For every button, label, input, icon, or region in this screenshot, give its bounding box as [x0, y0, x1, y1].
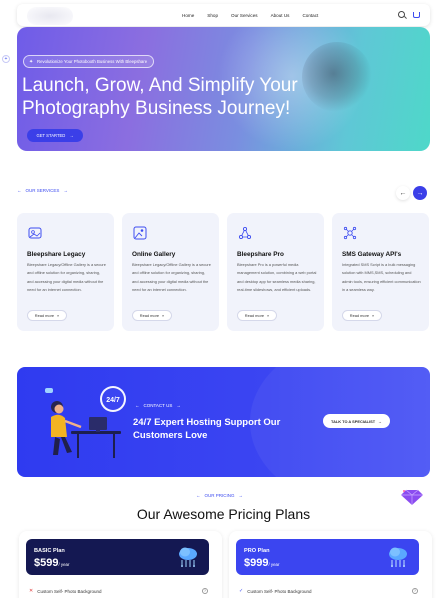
cross-icon: ✕: [29, 588, 34, 594]
double-chevron-icon: »: [372, 313, 375, 318]
carousel-next-button[interactable]: →: [413, 186, 427, 200]
contact-label-text: CONTACT US: [143, 403, 173, 408]
hero-title: Launch, Grow, And Simplify Your Photogra…: [22, 75, 298, 119]
service-description: Integrated SMS Script is a bulk messagin…: [342, 262, 421, 293]
cloud-icon: [179, 547, 197, 567]
menu-item-home[interactable]: Home: [182, 13, 194, 18]
contact-banner: 24/7 ← CONTACT US → 24/7 Expert Hosting …: [17, 367, 430, 477]
hero-banner: ✦ Revolutionize Your Photobooth Business…: [17, 27, 430, 151]
read-more-button[interactable]: Read more »: [132, 310, 172, 321]
get-started-button[interactable]: GET STARTED →: [27, 129, 83, 142]
sparkle-icon: ✦: [29, 59, 34, 65]
menu-item-about-us[interactable]: About Us: [271, 13, 290, 18]
contact-title: 24/7 Expert Hosting Support Our Customer…: [133, 417, 281, 441]
carousel-prev-button[interactable]: ←: [396, 186, 410, 200]
read-more-label: Read more: [139, 313, 160, 318]
plan-price: $599/ year: [34, 557, 69, 569]
arrow-left-icon: ←: [17, 188, 22, 193]
read-more-label: Read more: [349, 313, 370, 318]
service-title: Online Gallery: [132, 251, 176, 258]
menu-item-our-services[interactable]: Our Services: [231, 13, 258, 18]
plan-period: / year: [58, 562, 70, 567]
pricing-label-text: OUR PRICING: [204, 493, 235, 498]
read-more-button[interactable]: Read more »: [237, 310, 277, 321]
plan-name: BASIC Plan: [34, 548, 65, 554]
plan-period: / year: [268, 562, 280, 567]
plan-price-amount: $599: [34, 557, 59, 569]
menu-item-shop[interactable]: Shop: [207, 13, 218, 18]
arrow-left-icon: ←: [196, 493, 201, 498]
service-card[interactable]: Bleepshare Pro Bleepshare Pro is a power…: [227, 213, 324, 331]
read-more-button[interactable]: Read more »: [27, 310, 67, 321]
service-card[interactable]: Online Gallery Bleepshare Legacy/Offline…: [122, 213, 219, 331]
talk-to-specialist-button[interactable]: TALK TO A SPECIALIST →: [323, 414, 390, 428]
carousel-controls: ← →: [396, 186, 427, 200]
double-chevron-icon: »: [57, 313, 60, 318]
plan-price: $999/ year: [244, 557, 279, 569]
service-description: Bleepshare Pro is a powerful media manag…: [237, 262, 317, 293]
plan-price-amount: $999: [244, 557, 269, 569]
menu-item-contact[interactable]: Contact: [302, 13, 318, 18]
check-icon: ✓: [239, 588, 244, 594]
services-carousel: Bleepshare Legacy Bleepshare Legacy/Offl…: [17, 213, 430, 331]
plan-feature: ✕ Custom Self- Photo Background: [29, 588, 102, 594]
cloud-icon: [389, 547, 407, 567]
services-section-label: ← OUR SERVICES →: [17, 188, 68, 193]
plan-feature: ✓ Custom Self- Photo Background: [239, 588, 312, 594]
hero-badge: ✦ Revolutionize Your Photobooth Business…: [23, 55, 155, 68]
service-description: Bleepshare Legacy/Offline Gallery is a s…: [27, 262, 106, 293]
arrow-right-icon: →: [63, 188, 68, 193]
top-navbar: Home Shop Our Services About Us Contact: [17, 4, 430, 26]
gateway-icon: [342, 226, 358, 242]
support-illustration: 24/7: [45, 386, 126, 458]
read-more-label: Read more: [34, 313, 55, 318]
talk-to-specialist-label: TALK TO A SPECIALIST: [331, 418, 376, 424]
image-icon: [132, 226, 148, 242]
main-menu: Home Shop Our Services About Us Contact: [182, 4, 331, 26]
service-card[interactable]: Bleepshare Legacy Bleepshare Legacy/Offl…: [17, 213, 114, 331]
service-description: Bleepshare Legacy/Offline Gallery is a s…: [132, 262, 211, 293]
arrow-right-icon: →: [238, 493, 244, 498]
hero-badge-text: Revolutionize Your Photobooth Business W…: [37, 59, 148, 64]
plan-name: PRO Plan: [244, 548, 270, 554]
plan-feature-text: Custom Self- Photo Background: [37, 588, 102, 594]
plan-header: BASIC Plan $599/ year: [26, 539, 209, 575]
arrow-right-icon: →: [69, 133, 74, 138]
diamond-icon: [401, 489, 423, 505]
info-icon[interactable]: ?: [412, 588, 418, 594]
gallery-icon: [27, 226, 43, 242]
pricing-title: Our Awesome Pricing Plans: [136, 506, 311, 522]
arrow-right-icon: →: [378, 418, 382, 424]
info-icon[interactable]: ?: [202, 588, 208, 594]
pricing-card-basic[interactable]: BASIC Plan $599/ year ✕ Custom Self- Pho…: [19, 531, 222, 598]
network-icon: [237, 226, 253, 242]
service-title: SMS Gateway API's: [342, 251, 402, 258]
cart-icon[interactable]: [413, 12, 420, 18]
service-title: Bleepshare Legacy: [27, 251, 86, 258]
service-title: Bleepshare Pro: [237, 251, 284, 258]
arrow-right-icon: →: [176, 403, 181, 408]
pricing-section-label: ← OUR PRICING →: [196, 493, 243, 498]
get-started-label: GET STARTED: [36, 133, 66, 138]
pricing-card-pro[interactable]: PRO Plan $999/ year ✓ Custom Self- Photo…: [229, 531, 432, 598]
double-chevron-icon: »: [267, 313, 270, 318]
nav-icons: [398, 11, 420, 18]
read-more-button[interactable]: Read more »: [342, 310, 382, 321]
arrow-left-icon: ←: [135, 403, 140, 408]
read-more-label: Read more: [244, 313, 265, 318]
service-card[interactable]: SMS Gateway API's Integrated SMS Script …: [332, 213, 429, 331]
site-logo[interactable]: [27, 7, 73, 25]
plan-feature-text: Custom Self- Photo Background: [247, 588, 312, 594]
services-label-text: OUR SERVICES: [25, 188, 60, 193]
support-24-7-badge: 24/7: [106, 397, 120, 404]
contact-section-label: ← CONTACT US →: [135, 403, 181, 408]
double-chevron-icon: »: [162, 313, 165, 318]
search-icon[interactable]: [398, 11, 405, 18]
plan-header: PRO Plan $999/ year: [236, 539, 419, 575]
scroll-plus-icon[interactable]: +: [2, 55, 10, 63]
